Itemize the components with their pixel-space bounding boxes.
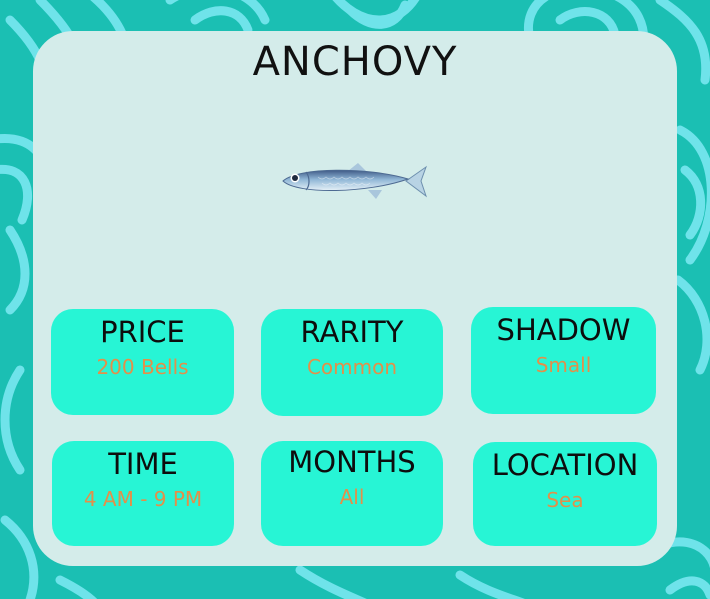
time-tile: TIME 4 AM - 9 PM [52, 441, 234, 546]
location-label: LOCATION [491, 448, 639, 482]
leaf-icon [673, 125, 710, 375]
shadow-label: SHADOW [496, 313, 631, 347]
shadow-tile: SHADOW Small [471, 307, 656, 414]
time-value: 4 AM - 9 PM [83, 487, 203, 511]
leaf-icon [165, 0, 270, 35]
rarity-label: RARITY [300, 315, 404, 349]
price-value: 200 Bells [96, 355, 189, 379]
location-value: Sea [546, 488, 584, 512]
time-label: TIME [108, 447, 178, 481]
rarity-tile: RARITY Common [261, 309, 443, 416]
price-tile: PRICE 200 Bells [51, 309, 234, 415]
leaf-icon [332, 0, 420, 29]
fish-name-title: ANCHOVY [252, 39, 458, 85]
location-tile: LOCATION Sea [473, 442, 657, 546]
months-tile: MONTHS All [261, 441, 443, 546]
price-label: PRICE [100, 315, 185, 349]
anchovy-fish-icon [282, 163, 427, 199]
months-value: All [339, 485, 365, 509]
shadow-value: Small [535, 353, 592, 377]
leaf-icon [295, 565, 526, 599]
rarity-value: Common [306, 355, 398, 379]
months-label: MONTHS [288, 445, 416, 479]
